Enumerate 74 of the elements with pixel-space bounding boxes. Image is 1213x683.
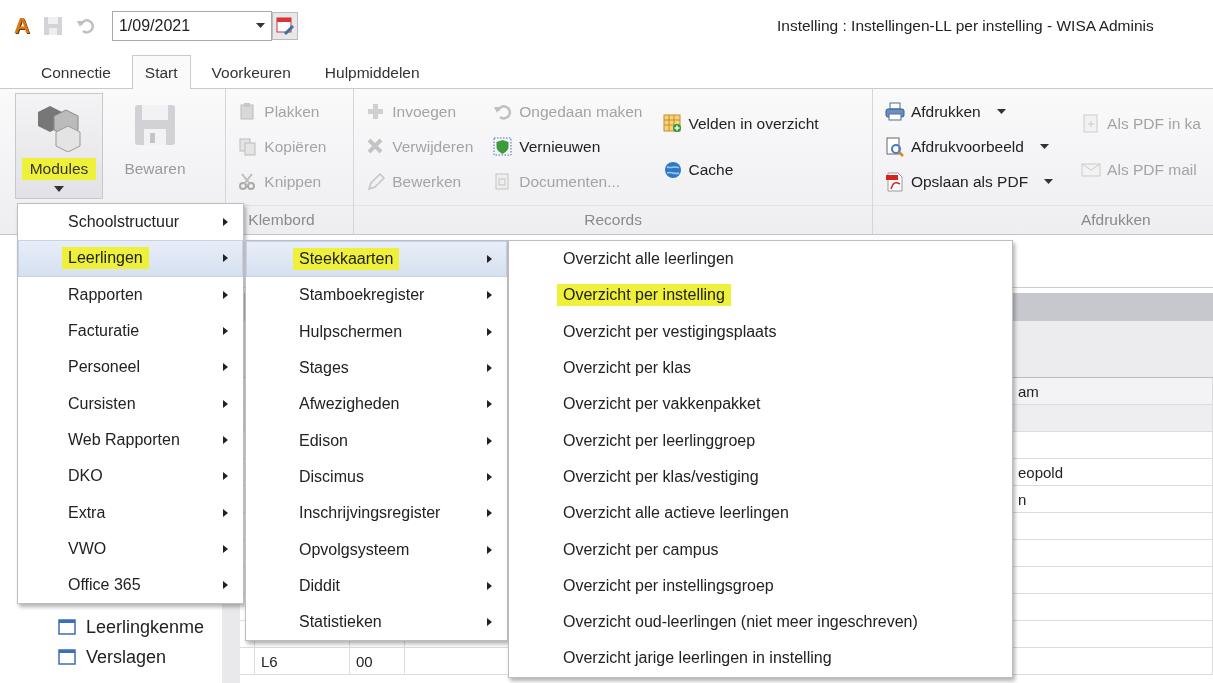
- menu-item[interactable]: Inschrijvingsregister: [246, 495, 507, 532]
- group-label: Klembord: [248, 211, 315, 229]
- menu-item[interactable]: Schoolstructuur: [18, 204, 243, 241]
- envelope-icon: [1081, 160, 1102, 180]
- menu-item[interactable]: Overzicht oud-leerlingen (niet meer ingeschreven): [509, 603, 1012, 641]
- table-cell-text: n: [1017, 490, 1028, 508]
- ribbon-button[interactable]: Cache: [658, 153, 823, 187]
- ribbon-tab[interactable]: Hulpmiddelen: [311, 55, 433, 89]
- ribbon-tab[interactable]: Connectie: [28, 55, 124, 89]
- window-icon: [58, 619, 76, 635]
- menu-item[interactable]: Edison: [246, 422, 507, 459]
- copy-icon: [238, 137, 259, 157]
- menu-item[interactable]: DKO: [18, 458, 243, 495]
- table-cell-text: eopold: [1017, 463, 1065, 481]
- menu-item[interactable]: Statistieken: [246, 603, 507, 641]
- date-field[interactable]: 1/09/2021: [111, 11, 272, 41]
- menu-item[interactable]: Stages: [246, 349, 507, 387]
- ribbon-button[interactable]: Afdrukken: [880, 95, 1058, 130]
- menu-item[interactable]: Extra: [18, 494, 243, 531]
- ribbon-button[interactable]: Velden in overzicht: [658, 107, 823, 141]
- tree-item[interactable]: Leerlingkenme: [86, 616, 205, 638]
- menu-item[interactable]: Overzicht alle leerlingen: [509, 241, 1012, 278]
- undo-icon: [493, 102, 514, 123]
- menu-item[interactable]: Overzicht per leerlinggroep: [509, 422, 1012, 459]
- menu-item[interactable]: VWO: [18, 530, 243, 567]
- ribbon-tab[interactable]: Voorkeuren: [198, 55, 304, 89]
- calendar-icon: [274, 16, 295, 36]
- menu-item[interactable]: Overzicht alle actieve leerlingen: [509, 495, 1012, 532]
- calendar-button[interactable]: [271, 12, 298, 40]
- table-cell-text: 00: [355, 652, 374, 670]
- undo-icon: [75, 16, 96, 36]
- tree-item[interactable]: Verslagen: [86, 646, 167, 668]
- menu-item[interactable]: Rapporten: [18, 276, 243, 313]
- menu-item[interactable]: Web Rapporten: [18, 421, 243, 459]
- menu-item[interactable]: Afwezigheden: [246, 386, 507, 423]
- menu-item[interactable]: Discimus: [246, 458, 507, 496]
- menu-item[interactable]: Overzicht per klas/vestiging: [509, 458, 1012, 496]
- pdf-icon: [884, 171, 905, 192]
- group-label: Afdrukken: [1080, 211, 1151, 229]
- menu-item[interactable]: Leerlingen: [18, 240, 243, 277]
- caret-icon: [255, 23, 265, 29]
- menu-item[interactable]: Overzicht per klas: [509, 349, 1012, 387]
- menu-item[interactable]: Overzicht per campus: [509, 531, 1012, 568]
- menu-item[interactable]: Overzicht per instelling: [509, 277, 1012, 314]
- ribbon-button[interactable]: Afdrukvoorbeeld: [880, 130, 1058, 164]
- app-logo: A: [14, 13, 30, 39]
- menu-item[interactable]: Diddit: [246, 567, 507, 604]
- menu-item[interactable]: Stamboekregister: [246, 277, 507, 314]
- menu-item[interactable]: Personeel: [18, 349, 243, 386]
- menu-item[interactable]: Cursisten: [18, 385, 243, 422]
- ribbon-tab[interactable]: Start: [131, 55, 191, 89]
- pencil-icon: [366, 171, 387, 192]
- grid-icon: [662, 114, 683, 134]
- shield-icon: [493, 137, 514, 157]
- menu-item[interactable]: Steekkaarten: [246, 241, 507, 278]
- menu-item[interactable]: Overzicht per vakkenpakket: [509, 386, 1012, 423]
- column-header: am: [1017, 382, 1040, 400]
- printer-icon: [884, 102, 905, 123]
- table-cell-text: L6: [260, 652, 279, 670]
- ribbon-button[interactable]: Opslaan als PDF: [880, 164, 1058, 199]
- menu-item[interactable]: Overzicht per instellingsgroep: [509, 567, 1012, 604]
- window-title: Instelling : Instellingen-LL per instelling - WISA Adminis: [777, 17, 1155, 35]
- menu-item[interactable]: Office 365: [18, 566, 243, 604]
- menu-item[interactable]: Opvolgsysteem: [246, 531, 507, 568]
- modules-button[interactable]: Modules: [15, 93, 103, 199]
- globe-icon: [662, 160, 683, 180]
- menu-item[interactable]: Overzicht per vestigingsplaats: [509, 313, 1012, 350]
- window-icon: [58, 649, 76, 665]
- print-preview-icon: [884, 137, 905, 157]
- group-label: Records: [584, 211, 642, 229]
- menu-item[interactable]: Overzicht jarige leerlingen in instelling: [509, 640, 1012, 677]
- menu-item[interactable]: Facturatie: [18, 312, 243, 350]
- ribbon-button[interactable]: Vernieuwen: [489, 130, 647, 164]
- menu-item[interactable]: Hulpschermen: [246, 313, 507, 350]
